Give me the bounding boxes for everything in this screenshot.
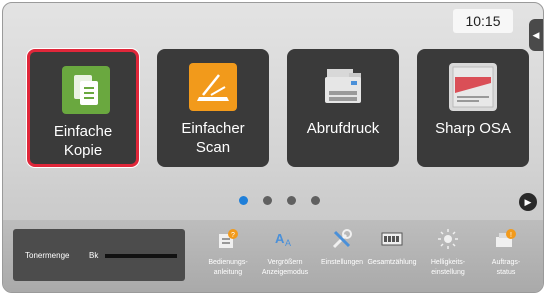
system-bar: Tonermenge Bk ? Bedienungs- anleitung A: [3, 220, 543, 292]
softkey-label: Helligkeits- einstellung: [430, 259, 466, 276]
tile-label: Einfache Kopie: [53, 123, 113, 159]
svg-text:A: A: [285, 238, 291, 248]
page-dot-active[interactable]: [239, 196, 248, 205]
manual-icon: ?: [217, 228, 239, 250]
tile-einfacher-scan[interactable]: Einfacher Scan: [157, 49, 269, 167]
tile-abrufdruck[interactable]: Abrufdruck: [287, 49, 399, 167]
brightness-icon: [437, 228, 459, 250]
svg-text:?: ?: [231, 232, 235, 239]
softkey-label: Bedienungs- anleitung: [208, 259, 248, 276]
softkey-vergroessern[interactable]: A A Vergrößern Anzeigemodus: [254, 228, 316, 286]
page-dot[interactable]: [287, 196, 296, 205]
svg-text:A: A: [275, 231, 285, 246]
softkey-bedienungsanleitung[interactable]: ? Bedienungs- anleitung: [197, 228, 259, 286]
copy-icon: [62, 66, 110, 114]
softkey-label: Vergrößern Anzeigemodus: [261, 259, 309, 276]
toner-label: Tonermenge: [25, 251, 70, 260]
next-page-button[interactable]: ▶: [519, 193, 537, 211]
tile-sharp-osa[interactable]: Sharp OSA: [417, 49, 529, 167]
page-dot[interactable]: [311, 196, 320, 205]
job-status-icon: !: [495, 228, 517, 250]
svg-text:!: !: [510, 232, 512, 239]
osa-icon: [449, 63, 497, 111]
softkey-label: Auftrags- status: [491, 259, 521, 276]
softkey-gesamtzaehlung[interactable]: Gesamtzählung: [361, 228, 423, 286]
toner-level-bar: [105, 254, 177, 258]
clock-display: 10:15: [453, 9, 513, 33]
softkey-helligkeit[interactable]: Helligkeits- einstellung: [417, 228, 479, 286]
softkey-label: Gesamtzählung: [367, 259, 417, 266]
tile-label: Abrufdruck: [306, 120, 380, 137]
counter-icon: [381, 228, 403, 250]
tile-einfache-kopie[interactable]: Einfache Kopie: [27, 49, 139, 167]
toner-color-label: Bk: [89, 251, 99, 260]
softkey-auftragsstatus[interactable]: ! Auftrags- status: [475, 228, 537, 286]
page-dot[interactable]: [263, 196, 272, 205]
zoom-text-icon: A A: [274, 228, 296, 250]
tile-label: Einfacher Scan: [181, 120, 245, 156]
settings-icon: [331, 228, 353, 250]
printer-icon: [319, 63, 367, 111]
operation-panel: 10:15 ◀ Einfache Kopie Einfacher Scan Ab…: [2, 2, 544, 293]
toner-status: Tonermenge Bk: [13, 229, 185, 281]
side-panel-tab[interactable]: ◀: [529, 19, 543, 51]
scan-icon: [189, 63, 237, 111]
tile-label: Sharp OSA: [435, 120, 511, 137]
